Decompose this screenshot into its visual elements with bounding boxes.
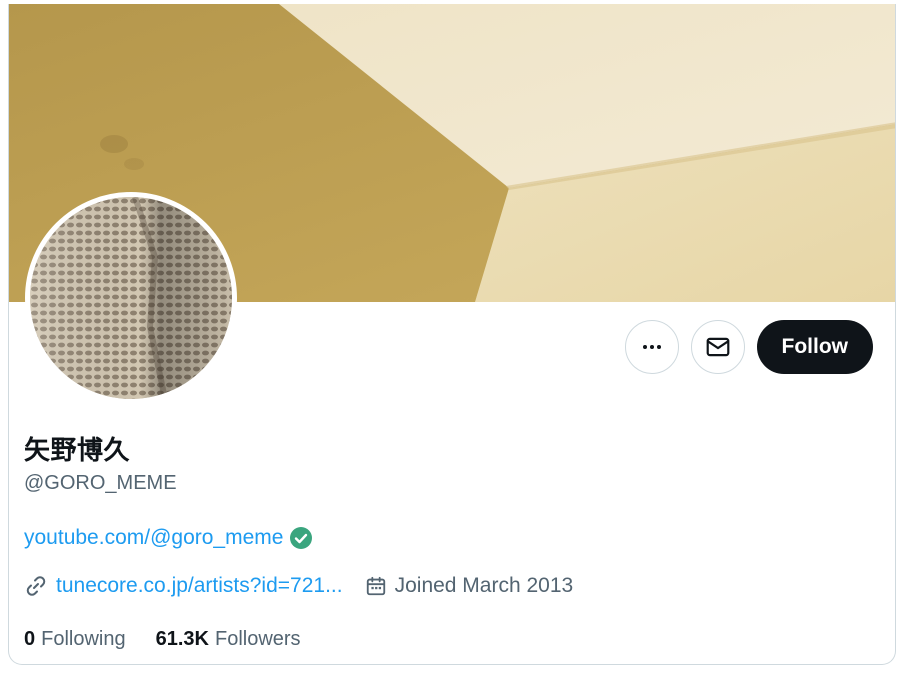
follow-stats: 0 Following 61.3K Followers [24, 628, 301, 651]
follow-button[interactable]: Follow [756, 320, 873, 374]
profile-card: Follow 矢野博久 @GORO_MEME youtube.com/@goro… [8, 4, 896, 665]
followers-count: 61.3K [155, 628, 209, 650]
profile-avatar[interactable] [25, 192, 237, 404]
website-item: tunecore.co.jp/artists?id=721... [24, 574, 343, 598]
followers-link[interactable]: 61.3K Followers [156, 628, 301, 651]
following-label: Following [41, 628, 126, 650]
following-count: 0 [24, 628, 36, 650]
more-icon [642, 345, 661, 349]
following-link[interactable]: 0 Following [24, 628, 126, 651]
user-handle: @GORO_MEME [24, 472, 177, 494]
followers-label: Followers [214, 628, 301, 650]
joined-item: Joined March 2013 [365, 574, 574, 598]
bio: youtube.com/@goro_meme [24, 526, 313, 550]
link-icon [26, 576, 46, 596]
verified-check-icon [290, 527, 313, 549]
joined-date: Joined March 2013 [394, 574, 574, 597]
calendar-icon [366, 576, 385, 596]
website-link[interactable]: tunecore.co.jp/artists?id=721... [56, 574, 343, 598]
display-name: 矢野博久 [24, 436, 131, 466]
message-button[interactable] [690, 320, 745, 374]
bio-link[interactable]: youtube.com/@goro_meme [24, 526, 283, 550]
mail-icon [706, 337, 729, 357]
more-options-button[interactable] [624, 320, 679, 374]
profile-actions: Follow [624, 320, 873, 374]
profile-meta: tunecore.co.jp/artists?id=721... Joined … [24, 574, 573, 598]
